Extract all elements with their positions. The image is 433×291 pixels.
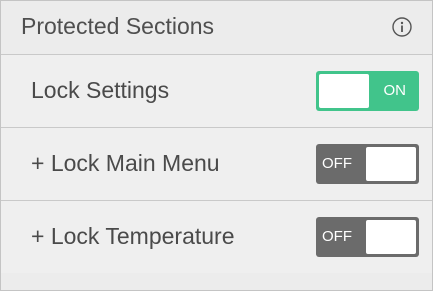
toggle-knob [366, 147, 416, 181]
lock-temperature-row: + Lock Temperature OFF [1, 201, 432, 274]
lock-settings-row: Lock Settings ON [1, 55, 432, 128]
lock-settings-label: Lock Settings [31, 77, 170, 103]
list-continuation [1, 273, 432, 290]
info-icon[interactable] [392, 17, 412, 37]
protected-sections-panel: Protected Sections Lock Settings ON + Lo… [0, 0, 433, 291]
toggle-state-label: OFF [322, 228, 352, 245]
lock-settings-toggle[interactable]: ON [316, 71, 419, 111]
panel-title: Protected Sections [21, 13, 215, 39]
lock-main-menu-toggle[interactable]: OFF [316, 144, 419, 184]
lock-temperature-label: + Lock Temperature [31, 223, 235, 249]
toggle-state-label: ON [383, 82, 407, 99]
panel-header: Protected Sections [1, 1, 432, 55]
lock-main-menu-row: + Lock Main Menu OFF [1, 128, 432, 201]
toggle-knob [366, 220, 416, 254]
toggle-knob [319, 74, 369, 108]
toggle-state-label: OFF [322, 155, 352, 172]
lock-temperature-toggle[interactable]: OFF [316, 217, 419, 257]
lock-main-menu-label: + Lock Main Menu [31, 150, 220, 176]
